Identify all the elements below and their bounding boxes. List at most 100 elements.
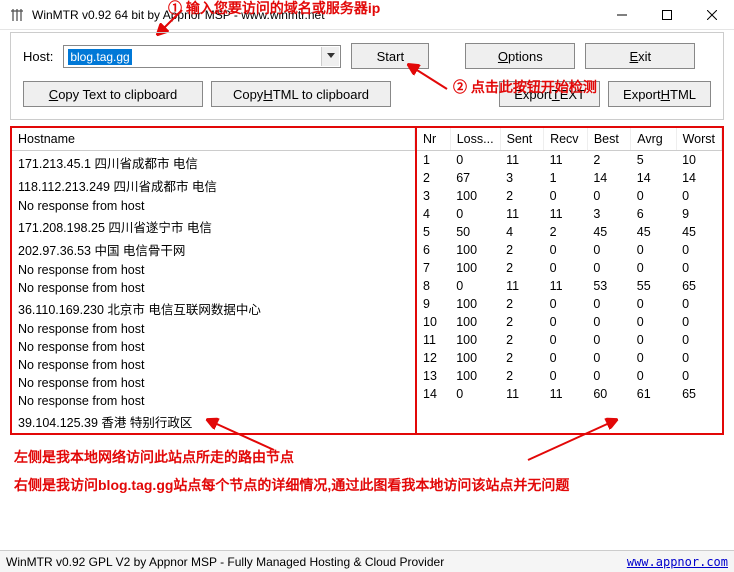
cell-avrg: 0 <box>631 313 676 331</box>
col-recv[interactable]: Recv <box>544 128 588 151</box>
options-button[interactable]: Options <box>465 43 575 69</box>
cell-best: 0 <box>587 313 630 331</box>
cell-nr: 8 <box>417 277 450 295</box>
table-row[interactable]: 202.97.36.53 中国 电信骨干网 <box>12 238 415 261</box>
cell-sent: 2 <box>500 313 544 331</box>
cell-recv: 0 <box>544 241 588 259</box>
table-row[interactable]: No response from host <box>12 338 415 356</box>
col-loss[interactable]: Loss... <box>450 128 500 151</box>
top-panel: Host: blog.tag.gg Start Options Exit ② 点… <box>10 32 724 120</box>
cell-sent: 2 <box>500 259 544 277</box>
cell-avrg: 0 <box>631 331 676 349</box>
cell-nr: 10 <box>417 313 450 331</box>
table-row[interactable]: No response from host <box>12 392 415 410</box>
host-input-value[interactable]: blog.tag.gg <box>68 49 131 65</box>
cell-best: 0 <box>587 367 630 385</box>
export-html-button[interactable]: Export HTML <box>608 81 711 107</box>
cell-sent: 11 <box>500 277 544 295</box>
cell-best: 45 <box>587 223 630 241</box>
col-worst[interactable]: Worst <box>676 128 721 151</box>
table-row[interactable]: 171.213.45.1 四川省成都市 电信 <box>12 151 415 175</box>
cell-loss: 0 <box>450 277 500 295</box>
table-row[interactable]: 1310020000 <box>417 367 722 385</box>
cell-worst: 0 <box>676 259 721 277</box>
table-row[interactable]: 801111535565 <box>417 277 722 295</box>
cell-sent: 2 <box>500 241 544 259</box>
cell-worst: 65 <box>676 385 721 403</box>
table-row[interactable]: 39.104.125.39 香港 特别行政区 <box>12 410 415 433</box>
table-row[interactable]: 1110020000 <box>417 331 722 349</box>
col-best[interactable]: Best <box>587 128 630 151</box>
table-row[interactable]: 26731141414 <box>417 169 722 187</box>
cell-best: 60 <box>587 385 630 403</box>
start-button[interactable]: Start <box>351 43 429 69</box>
col-avrg[interactable]: Avrg <box>631 128 676 151</box>
table-row[interactable]: 1210020000 <box>417 349 722 367</box>
exit-button[interactable]: Exit <box>585 43 695 69</box>
cell-hostname: 36.110.169.230 北京市 电信互联网数据中心 <box>12 297 415 320</box>
cell-nr: 12 <box>417 349 450 367</box>
table-row[interactable]: No response from host <box>12 374 415 392</box>
table-row[interactable]: 910020000 <box>417 295 722 313</box>
cell-avrg: 6 <box>631 205 676 223</box>
table-row[interactable]: No response from host <box>12 279 415 297</box>
cell-best: 0 <box>587 331 630 349</box>
col-sent[interactable]: Sent <box>500 128 544 151</box>
table-row[interactable]: 1010020000 <box>417 313 722 331</box>
table-row[interactable]: 55042454545 <box>417 223 722 241</box>
cell-worst: 9 <box>676 205 721 223</box>
cell-worst: 10 <box>676 151 721 170</box>
table-row[interactable]: 36.110.169.230 北京市 电信互联网数据中心 <box>12 297 415 320</box>
cell-avrg: 0 <box>631 187 676 205</box>
cell-loss: 50 <box>450 223 500 241</box>
cell-recv: 0 <box>544 349 588 367</box>
cell-worst: 65 <box>676 277 721 295</box>
copy-text-button[interactable]: Copy Text to clipboard <box>23 81 203 107</box>
table-row[interactable]: 1011112510 <box>417 151 722 170</box>
cell-hostname: 171.208.198.25 四川省遂宁市 电信 <box>12 215 415 238</box>
cell-sent: 2 <box>500 349 544 367</box>
cell-sent: 11 <box>500 151 544 170</box>
col-nr[interactable]: Nr <box>417 128 450 151</box>
table-row[interactable]: 118.112.213.249 四川省成都市 电信 <box>12 174 415 197</box>
cell-nr: 3 <box>417 187 450 205</box>
cell-nr: 14 <box>417 385 450 403</box>
status-link[interactable]: www.appnor.com <box>627 555 728 569</box>
cell-best: 0 <box>587 187 630 205</box>
cell-best: 0 <box>587 295 630 313</box>
cell-worst: 45 <box>676 223 721 241</box>
table-row[interactable]: 610020000 <box>417 241 722 259</box>
cell-sent: 11 <box>500 385 544 403</box>
minimize-button[interactable] <box>599 0 644 30</box>
cell-hostname: 39.104.125.39 香港 特别行政区 <box>12 410 415 433</box>
cell-avrg: 45 <box>631 223 676 241</box>
chevron-down-icon[interactable] <box>321 47 339 66</box>
close-button[interactable] <box>689 0 734 30</box>
cell-sent: 2 <box>500 367 544 385</box>
export-text-button[interactable]: Export TEXT <box>499 81 600 107</box>
cell-hostname: No response from host <box>12 356 415 374</box>
table-row[interactable]: 1401111606165 <box>417 385 722 403</box>
col-hostname[interactable]: Hostname <box>12 128 415 151</box>
cell-hostname: No response from host <box>12 338 415 356</box>
maximize-button[interactable] <box>644 0 689 30</box>
cell-hostname: 118.112.213.249 四川省成都市 电信 <box>12 174 415 197</box>
table-row[interactable]: No response from host <box>12 261 415 279</box>
cell-hostname: No response from host <box>12 261 415 279</box>
table-row[interactable]: 401111369 <box>417 205 722 223</box>
cell-best: 2 <box>587 151 630 170</box>
table-row[interactable]: 171.208.198.25 四川省遂宁市 电信 <box>12 215 415 238</box>
host-combo[interactable]: blog.tag.gg <box>63 45 341 68</box>
table-row[interactable]: 310020000 <box>417 187 722 205</box>
cell-loss: 100 <box>450 241 500 259</box>
status-text: WinMTR v0.92 GPL V2 by Appnor MSP - Full… <box>6 555 444 569</box>
cell-best: 14 <box>587 169 630 187</box>
copy-html-button[interactable]: Copy HTML to clipboard <box>211 81 391 107</box>
cell-worst: 0 <box>676 295 721 313</box>
cell-avrg: 55 <box>631 277 676 295</box>
table-row[interactable]: 710020000 <box>417 259 722 277</box>
cell-avrg: 0 <box>631 241 676 259</box>
table-row[interactable]: No response from host <box>12 356 415 374</box>
table-row[interactable]: No response from host <box>12 197 415 215</box>
table-row[interactable]: No response from host <box>12 320 415 338</box>
